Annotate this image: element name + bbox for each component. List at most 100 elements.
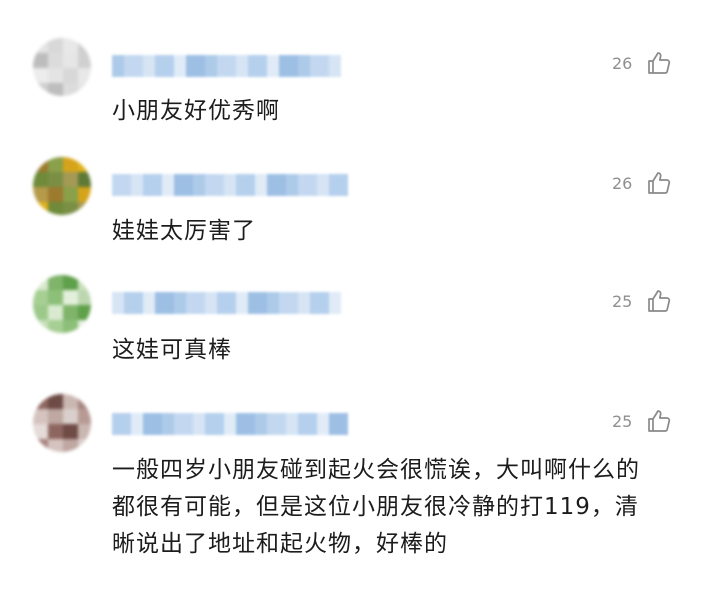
username-mosaic-cell: [205, 413, 224, 435]
avatar-mosaic-cell: [33, 290, 48, 305]
username-mosaic-cell: [224, 413, 236, 435]
avatar-mosaic-cell: [48, 409, 63, 424]
username[interactable]: [112, 55, 341, 77]
username-mosaic-cell: [143, 174, 162, 196]
avatar-mosaic-cell: [78, 83, 91, 96]
username-mosaic-cell: [217, 292, 236, 314]
avatar-mosaic-cell: [33, 172, 48, 187]
username-mosaic-cell: [310, 55, 329, 77]
thumbs-up-icon[interactable]: [646, 170, 672, 196]
like-count: 26: [612, 53, 633, 73]
avatar-mosaic-cell: [63, 83, 78, 96]
username-mosaic-cell: [205, 174, 224, 196]
avatar[interactable]: [33, 38, 91, 96]
avatar-mosaic-cell: [48, 202, 63, 215]
avatar-mosaic-cell: [33, 68, 48, 83]
username-mosaic-cell: [298, 55, 310, 77]
username-mosaic-cell: [205, 55, 217, 77]
username[interactable]: [112, 413, 348, 435]
username-mosaic-cell: [267, 55, 279, 77]
username-mosaic-cell: [143, 55, 155, 77]
like-area[interactable]: 25: [612, 286, 692, 316]
avatar-mosaic-cell: [63, 439, 78, 452]
username-mosaic-cell: [193, 413, 205, 435]
username-mosaic-cell: [174, 292, 186, 314]
avatar-mosaic-cell: [63, 38, 78, 53]
avatar-mosaic-cell: [63, 409, 78, 424]
avatar-mosaic-cell: [33, 202, 48, 215]
avatar-mosaic-cell: [78, 394, 91, 409]
avatar-mosaic-cell: [78, 68, 91, 83]
username-mosaic-cell: [124, 55, 143, 77]
username-mosaic-cell: [112, 292, 124, 314]
username-mosaic-cell: [124, 292, 143, 314]
avatar-mosaic-cell: [63, 187, 78, 202]
username-mosaic-cell: [143, 413, 162, 435]
avatar-mosaic-cell: [63, 53, 78, 68]
avatar-mosaic-cell: [63, 157, 78, 172]
username-mosaic-cell: [236, 413, 255, 435]
like-count: 25: [612, 411, 633, 431]
avatar-mosaic-cell: [33, 83, 48, 96]
username-mosaic-cell: [112, 55, 124, 77]
username-mosaic-cell: [267, 292, 279, 314]
avatar-mosaic-cell: [78, 409, 91, 424]
avatar-mosaic-cell: [63, 320, 78, 333]
username-mosaic-cell: [193, 174, 205, 196]
comment-text: 这娃可真棒: [112, 337, 232, 363]
username-mosaic-cell: [317, 413, 329, 435]
username-mosaic-cell: [248, 292, 267, 314]
avatar-mosaic-cell: [78, 172, 91, 187]
thumbs-up-icon[interactable]: [646, 50, 672, 76]
username-mosaic-cell: [205, 292, 217, 314]
like-area[interactable]: 26: [612, 48, 692, 78]
avatar-mosaic-cell: [33, 439, 48, 452]
avatar-mosaic-cell: [48, 172, 63, 187]
username-mosaic-cell: [131, 413, 143, 435]
username[interactable]: [112, 292, 341, 314]
username-mosaic-cell: [186, 55, 205, 77]
avatar-mosaic-cell: [63, 275, 78, 290]
avatar-mosaic-cell: [63, 290, 78, 305]
comment-text: 娃娃太厉害了: [112, 218, 256, 244]
username-mosaic-cell: [236, 55, 248, 77]
username-mosaic-cell: [329, 292, 341, 314]
username-mosaic-cell: [112, 174, 131, 196]
comment-text: 小朋友好优秀啊: [112, 98, 280, 124]
like-area[interactable]: 26: [612, 168, 692, 198]
comment-text: 一般四岁小朋友碰到起火会很慌诶，大叫啊什么的都很有可能，但是这位小朋友很冷静的打…: [112, 457, 640, 557]
username-mosaic-cell: [329, 413, 348, 435]
username-mosaic-cell: [155, 55, 174, 77]
avatar-mosaic-cell: [48, 275, 63, 290]
avatar-mosaic-cell: [78, 187, 91, 202]
avatar[interactable]: [33, 157, 91, 215]
avatar-mosaic-cell: [63, 172, 78, 187]
avatar[interactable]: [33, 275, 91, 333]
username[interactable]: [112, 174, 348, 196]
username-mosaic-cell: [236, 292, 248, 314]
avatar-mosaic-cell: [78, 305, 91, 320]
avatar-mosaic-cell: [48, 394, 63, 409]
avatar-mosaic-cell: [63, 305, 78, 320]
avatar-mosaic-cell: [33, 305, 48, 320]
avatar-mosaic-cell: [78, 157, 91, 172]
thumbs-up-icon[interactable]: [646, 408, 672, 434]
avatar-mosaic-cell: [63, 68, 78, 83]
thumbs-up-icon[interactable]: [646, 288, 672, 314]
like-area[interactable]: 25: [612, 406, 692, 436]
username-mosaic-cell: [255, 413, 267, 435]
avatar[interactable]: [33, 394, 91, 452]
avatar-mosaic-cell: [33, 409, 48, 424]
username-mosaic-cell: [186, 292, 205, 314]
username-mosaic-cell: [298, 413, 317, 435]
avatar-mosaic-cell: [33, 394, 48, 409]
avatar-mosaic-cell: [48, 290, 63, 305]
username-mosaic-cell: [279, 292, 298, 314]
avatar-mosaic-cell: [48, 38, 63, 53]
username-mosaic-cell: [174, 174, 193, 196]
avatar-mosaic-cell: [48, 83, 63, 96]
avatar-mosaic-cell: [78, 439, 91, 452]
avatar-mosaic-cell: [78, 275, 91, 290]
username-mosaic-cell: [131, 174, 143, 196]
username-mosaic-cell: [317, 174, 329, 196]
